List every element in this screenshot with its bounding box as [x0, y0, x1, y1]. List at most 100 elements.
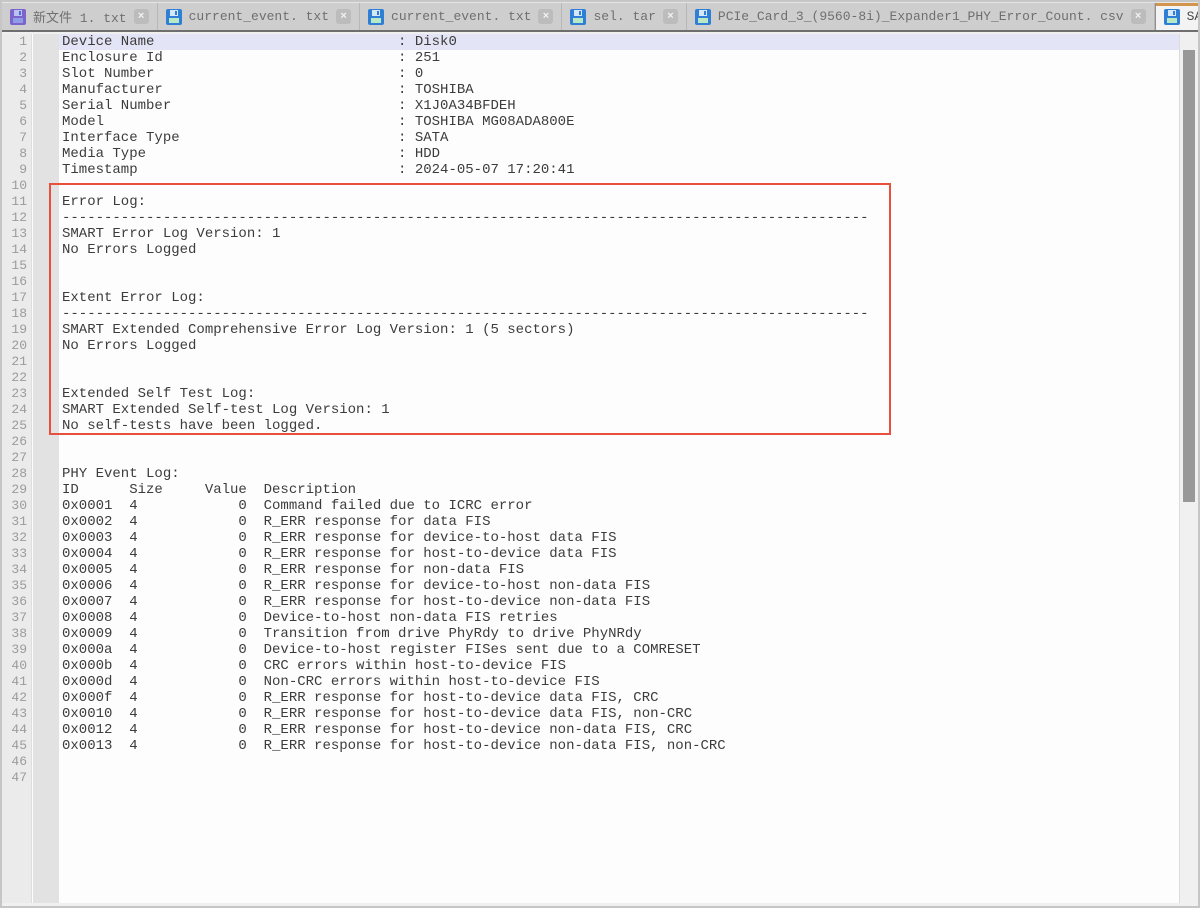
line-number: 33: [2, 546, 27, 562]
line-number: 15: [2, 258, 27, 274]
code-line-2: Enclosure Id : 251: [59, 50, 1179, 66]
line-number: 14: [2, 242, 27, 258]
floppy-modified-icon: [10, 9, 26, 25]
tab-4[interactable]: PCIe_Card_3_(9560-8i)_Expander1_PHY_Erro…: [687, 3, 1155, 30]
close-icon[interactable]: ×: [134, 9, 149, 24]
line-number: 19: [2, 322, 27, 338]
line-number: 20: [2, 338, 27, 354]
code-line-15: [59, 258, 1179, 274]
line-number: 45: [2, 738, 27, 754]
line-number: 36: [2, 594, 27, 610]
tab-bar: 新文件 1. txt×current_event. txt×current_ev…: [2, 2, 1198, 32]
line-number: 32: [2, 530, 27, 546]
code-line-32: 0x0003 4 0 R_ERR response for device-to-…: [59, 530, 1179, 546]
line-number: 27: [2, 450, 27, 466]
code-line-4: Manufacturer : TOSHIBA: [59, 82, 1179, 98]
code-line-5: Serial Number : X1J0A34BFDEH: [59, 98, 1179, 114]
line-number: 24: [2, 402, 27, 418]
code-line-19: SMART Extended Comprehensive Error Log V…: [59, 322, 1179, 338]
line-number: 44: [2, 722, 27, 738]
code-line-40: 0x000b 4 0 CRC errors within host-to-dev…: [59, 658, 1179, 674]
line-number: 18: [2, 306, 27, 322]
code-line-25: No self-tests have been logged.: [59, 418, 1179, 434]
line-number: 41: [2, 674, 27, 690]
code-line-21: [59, 354, 1179, 370]
line-number: 31: [2, 514, 27, 530]
code-line-29: ID Size Value Description: [59, 482, 1179, 498]
line-number: 43: [2, 706, 27, 722]
vertical-scrollbar[interactable]: [1179, 34, 1198, 903]
line-number: 7: [2, 130, 27, 146]
code-line-42: 0x000f 4 0 R_ERR response for host-to-de…: [59, 690, 1179, 706]
code-line-1: Device Name : Disk0: [59, 34, 1179, 50]
code-line-10: [59, 178, 1179, 194]
line-number: 21: [2, 354, 27, 370]
line-number: 5: [2, 98, 27, 114]
code-line-9: Timestamp : 2024-05-07 17:20:41: [59, 162, 1179, 178]
code-line-24: SMART Extended Self-test Log Version: 1: [59, 402, 1179, 418]
line-number: 34: [2, 562, 27, 578]
tab-3[interactable]: sel. tar×: [562, 3, 686, 30]
code-line-6: Model : TOSHIBA MG08ADA800E: [59, 114, 1179, 130]
line-number: 46: [2, 754, 27, 770]
code-line-12: ----------------------------------------…: [59, 210, 1179, 226]
code-line-47: [59, 770, 1179, 786]
code-line-22: [59, 370, 1179, 386]
close-icon[interactable]: ×: [538, 9, 553, 24]
line-number: 47: [2, 770, 27, 786]
line-number: 2: [2, 50, 27, 66]
tab-1[interactable]: current_event. txt ×: [158, 3, 360, 30]
scrollbar-thumb[interactable]: [1183, 50, 1195, 502]
line-number-gutter: 1234567891011121314151617181920212223242…: [2, 34, 32, 903]
line-number: 40: [2, 658, 27, 674]
code-line-3: Slot Number : 0: [59, 66, 1179, 82]
line-number: 8: [2, 146, 27, 162]
code-line-7: Interface Type : SATA: [59, 130, 1179, 146]
tab-label: current_event. txt: [189, 9, 329, 24]
bookmark-margin: [33, 34, 59, 903]
floppy-saved-icon: [570, 9, 586, 25]
floppy-saved-icon: [695, 9, 711, 25]
line-number: 39: [2, 642, 27, 658]
code-line-39: 0x000a 4 0 Device-to-host register FISes…: [59, 642, 1179, 658]
code-line-30: 0x0001 4 0 Command failed due to ICRC er…: [59, 498, 1179, 514]
code-line-33: 0x0004 4 0 R_ERR response for host-to-de…: [59, 546, 1179, 562]
line-number: 28: [2, 466, 27, 482]
text-content[interactable]: Device Name : Disk0Enclosure Id : 251Slo…: [59, 34, 1179, 903]
line-number: 4: [2, 82, 27, 98]
floppy-saved-icon: [1164, 9, 1180, 25]
code-line-17: Extent Error Log:: [59, 290, 1179, 306]
line-number: 10: [2, 178, 27, 194]
code-line-18: ----------------------------------------…: [59, 306, 1179, 322]
tab-label: SATA_Log: [1187, 9, 1200, 24]
line-number: 35: [2, 578, 27, 594]
floppy-saved-icon: [368, 9, 384, 25]
line-number: 17: [2, 290, 27, 306]
tab-label: PCIe_Card_3_(9560-8i)_Expander1_PHY_Erro…: [718, 9, 1124, 24]
code-line-14: No Errors Logged: [59, 242, 1179, 258]
line-number: 37: [2, 610, 27, 626]
line-number: 23: [2, 386, 27, 402]
close-icon[interactable]: ×: [1131, 9, 1146, 24]
tab-0[interactable]: 新文件 1. txt×: [2, 3, 158, 30]
code-line-46: [59, 754, 1179, 770]
tab-active-5[interactable]: SATA_Log×: [1155, 3, 1200, 30]
line-number: 25: [2, 418, 27, 434]
editor-area[interactable]: 1234567891011121314151617181920212223242…: [2, 34, 1198, 903]
code-line-41: 0x000d 4 0 Non-CRC errors within host-to…: [59, 674, 1179, 690]
code-line-44: 0x0012 4 0 R_ERR response for host-to-de…: [59, 722, 1179, 738]
code-line-43: 0x0010 4 0 R_ERR response for host-to-de…: [59, 706, 1179, 722]
tab-2[interactable]: current_event. txt ×: [360, 3, 562, 30]
line-number: 22: [2, 370, 27, 386]
code-line-8: Media Type : HDD: [59, 146, 1179, 162]
line-number: 42: [2, 690, 27, 706]
code-line-16: [59, 274, 1179, 290]
tab-label: current_event. txt: [391, 9, 531, 24]
close-icon[interactable]: ×: [663, 9, 678, 24]
close-icon[interactable]: ×: [336, 9, 351, 24]
line-number: 38: [2, 626, 27, 642]
code-line-23: Extended Self Test Log:: [59, 386, 1179, 402]
line-number: 6: [2, 114, 27, 130]
line-number: 13: [2, 226, 27, 242]
floppy-saved-icon: [166, 9, 182, 25]
